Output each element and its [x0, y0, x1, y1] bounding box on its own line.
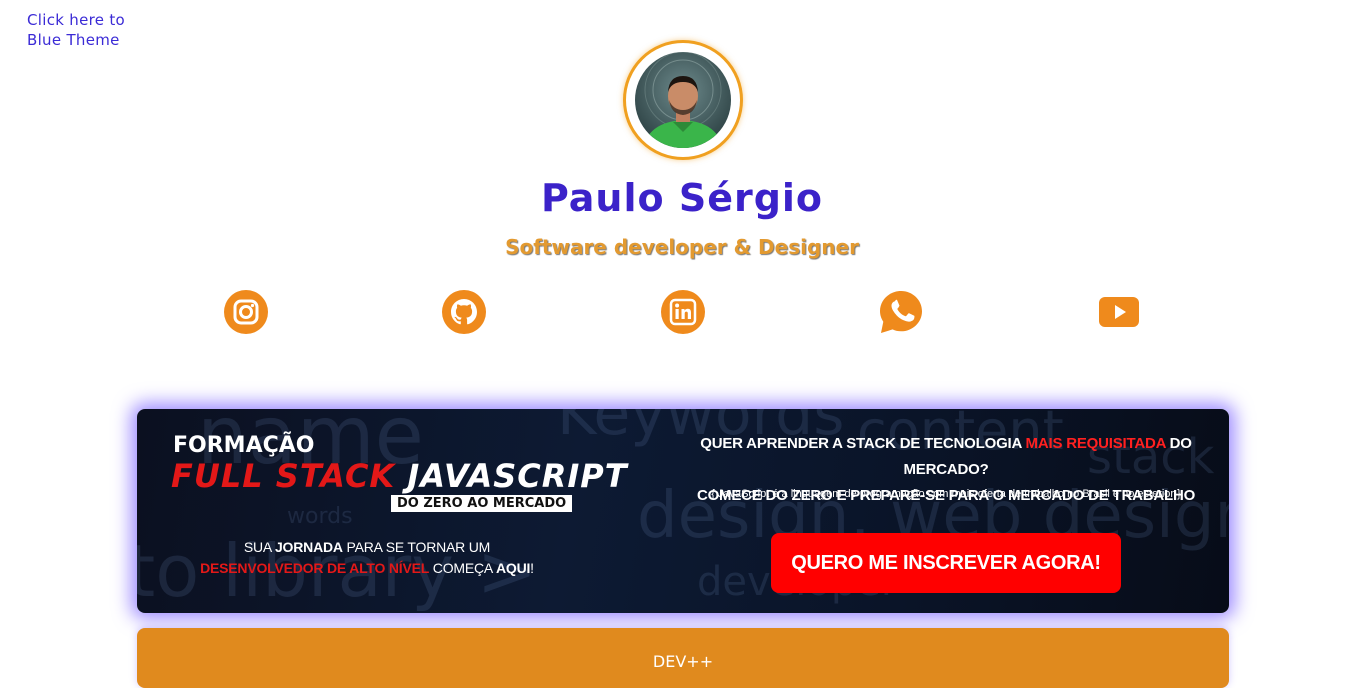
- jornada-p1: SUA: [243, 539, 275, 555]
- question-highlight: MAIS REQUISITADA: [1025, 435, 1166, 452]
- jornada-p3: PARA SE TORNAR UM: [342, 539, 491, 555]
- profile-name: Paulo Sérgio: [540, 176, 824, 220]
- course-banner[interactable]: name Keywords content stack design, web …: [137, 409, 1229, 613]
- theme-link-line2: Blue Theme: [27, 31, 120, 49]
- question-p1: QUER APRENDER A STACK DE TECNOLOGIA: [700, 435, 1026, 452]
- profile-role: Software developer & Designer: [505, 235, 859, 259]
- github-icon: [442, 290, 486, 334]
- course-title-fullstack: FULL STACK: [171, 457, 396, 495]
- course-note: { JavaScript é a linguagem de programaçã…: [711, 488, 1181, 500]
- github-link[interactable]: [441, 289, 487, 335]
- linkedin-link[interactable]: [660, 289, 706, 335]
- course-title-javascript: JAVASCRIPT: [407, 457, 628, 495]
- youtube-icon: [1099, 297, 1139, 327]
- course-jornada-text: SUA JORNADA PARA SE TORNAR UM DESENVOLVE…: [197, 537, 537, 579]
- jornada-p2: JORNADA: [274, 539, 343, 555]
- instagram-link[interactable]: [223, 289, 269, 335]
- jornada-p4: DESENVOLVEDOR DE ALTO NÍVEL: [200, 560, 430, 576]
- jornada-p7: !: [530, 560, 534, 576]
- instagram-icon: [224, 290, 268, 334]
- dev-card[interactable]: DEV++: [137, 628, 1229, 688]
- avatar-photo: [635, 52, 731, 148]
- youtube-link[interactable]: [1096, 289, 1142, 335]
- course-tagline: DO ZERO AO MERCADO: [391, 495, 573, 512]
- whatsapp-link[interactable]: [878, 289, 924, 335]
- blue-theme-link[interactable]: Click here to Blue Theme: [27, 10, 147, 50]
- subscribe-button[interactable]: QUERO ME INSCREVER AGORA!: [771, 533, 1121, 593]
- avatar: [623, 40, 743, 160]
- dev-card-label: DEV++: [652, 652, 714, 671]
- course-formacao: FORMAÇÃO: [173, 433, 315, 458]
- jornada-p5: COMEÇA: [429, 560, 496, 576]
- course-title: FULL STACK JAVASCRIPT: [171, 457, 628, 495]
- whatsapp-icon: [880, 291, 922, 333]
- theme-link-line1: Click here to: [27, 11, 126, 29]
- jornada-p6: AQUI: [495, 560, 531, 576]
- linkedin-icon: [661, 290, 705, 334]
